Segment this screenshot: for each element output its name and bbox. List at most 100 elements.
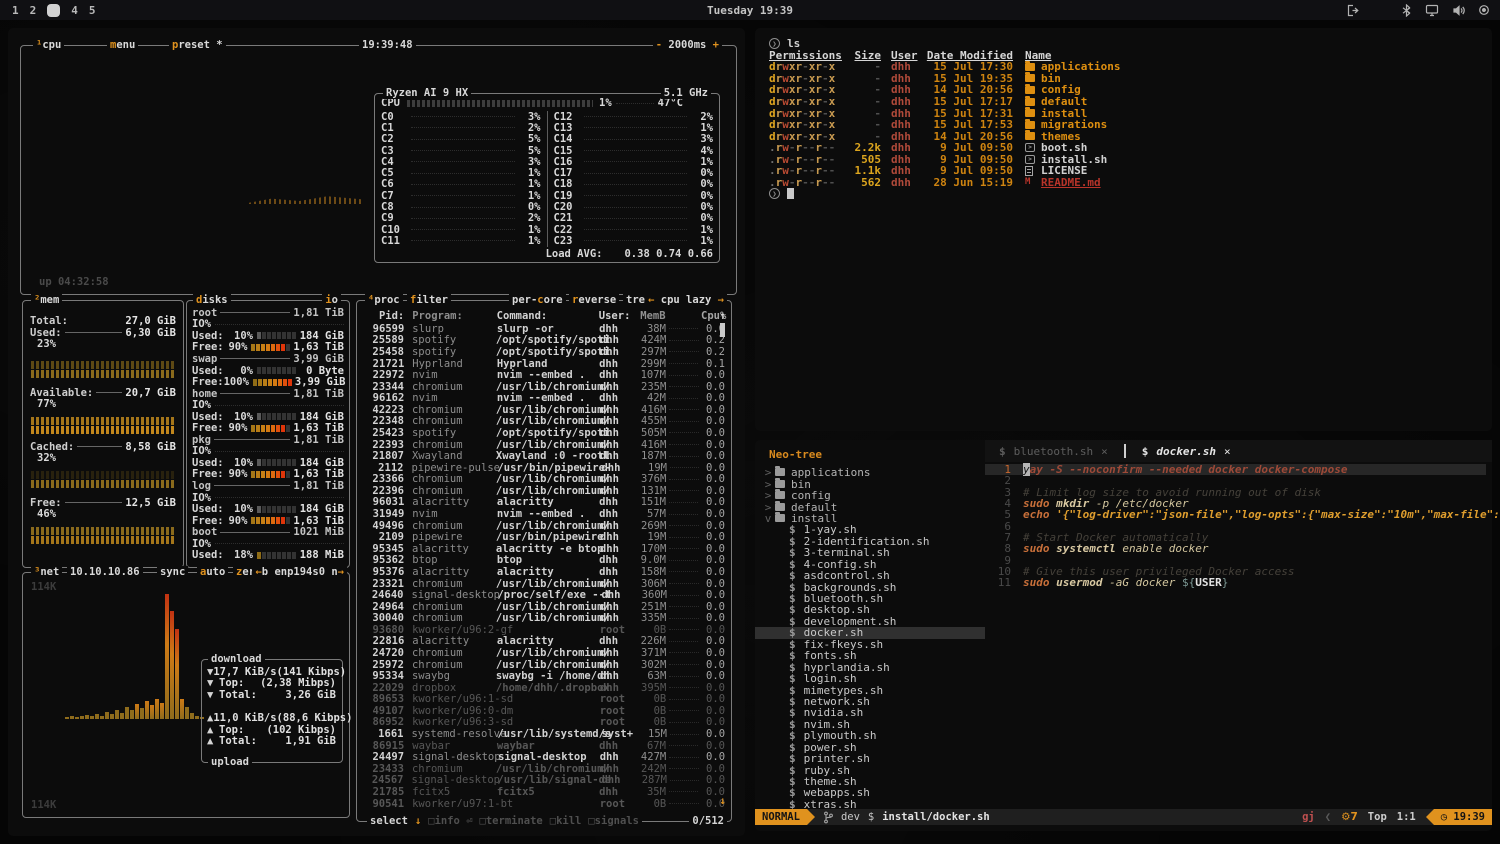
- proc-row[interactable]: 25458spotify/opt/spotify/spotidhh297M0.2: [363, 346, 725, 358]
- core-label: C18: [554, 178, 580, 190]
- proc-row[interactable]: 24640signal-desktop/proc/self/exe --tdhh…: [363, 589, 725, 601]
- proc-row[interactable]: 2109pipewire/usr/bin/pipewiredhh19M0.0: [363, 531, 725, 543]
- folder-icon: [1025, 74, 1041, 82]
- editor-buffer[interactable]: 1yay -S --noconfirm --needed docker dock…: [985, 464, 1486, 588]
- tree-item[interactable]: >config: [755, 490, 985, 501]
- proc-column-header[interactable]: User:: [599, 310, 636, 322]
- proc-row[interactable]: 24964chromium/usr/lib/chromium/dhh251M0.…: [363, 601, 725, 613]
- proc-row[interactable]: 24497signal-desktopsignal-desktopdhh427M…: [363, 751, 725, 763]
- proc-filter-button[interactable]: filter: [407, 294, 451, 306]
- record-icon[interactable]: [1478, 4, 1490, 16]
- proc-row[interactable]: 24567signal-desktop/usr/lib/signal-dedhh…: [363, 775, 725, 787]
- tree-item[interactable]: >bin: [755, 478, 985, 489]
- net-sync-button[interactable]: sync: [157, 566, 188, 578]
- proc-cpu-mode-switcher[interactable]: ← cpu lazy →: [645, 294, 727, 306]
- io-mode-button[interactable]: io: [322, 294, 341, 306]
- proc-row[interactable]: 95345alacrittyalacritty -e btopdhh170M0.…: [363, 543, 725, 555]
- proc-row[interactable]: 22972nvimnvim --embed .dhh107M0.0: [363, 369, 725, 381]
- proc-row[interactable]: 25589spotify/opt/spotify/spotidhh424M0.2: [363, 335, 725, 347]
- proc-row[interactable]: 23366chromium/usr/lib/chromium/dhh376M0.…: [363, 474, 725, 486]
- file-permissions: .rw-r--r--: [769, 176, 845, 189]
- terminal-window[interactable]: ❯ ls PermissionsSizeUserDate ModifiedNam…: [755, 28, 1492, 431]
- bluetooth-icon[interactable]: [1401, 4, 1412, 17]
- footer-key[interactable]: □signals: [588, 815, 639, 827]
- proc-row[interactable]: 49496chromium/usr/lib/chromium/dhh269M0.…: [363, 520, 725, 532]
- ls-row: .rw-r--r--1.1kdhh9 Jul 09:50LICENSE: [769, 165, 1478, 177]
- proc-row[interactable]: 30040chromium/usr/lib/chromium/dhh335M0.…: [363, 612, 725, 624]
- code-line[interactable]: 5echo '{"log-driver":"json-file","log-op…: [985, 509, 1486, 520]
- code-line[interactable]: 1yay -S --noconfirm --needed docker dock…: [985, 464, 1486, 475]
- btop-window[interactable]: ¹cpu menu preset * 19:39:48 - 2000ms + R…: [8, 28, 745, 836]
- proc-row[interactable]: 22029dropbox/home/dhh/.dropboxdhh395M0.0: [363, 682, 725, 694]
- editor-tab-docker.sh[interactable]: $docker.sh×: [1128, 440, 1245, 462]
- meter-label: Used:: [192, 365, 227, 377]
- close-icon[interactable]: ×: [1224, 445, 1231, 458]
- prompt-line-empty[interactable]: ❯: [769, 188, 1478, 200]
- proc-row[interactable]: 95376alacrittyalacrittydhh158M0.0: [363, 566, 725, 578]
- proc-row[interactable]: 22348chromium/usr/lib/chromium/dhh455M0.…: [363, 416, 725, 428]
- mem-stat-name: Cached:: [30, 441, 74, 453]
- menu-button[interactable]: menu: [107, 39, 138, 51]
- scroll-up-icon[interactable]: ↑: [720, 310, 726, 322]
- proc-row[interactable]: 96599slurpslurp -ordhh38M0.0: [363, 323, 725, 335]
- proc-column-header[interactable]: MemB: [636, 310, 665, 322]
- proc-row[interactable]: 23433chromium/usr/lib/chromium/dhh242M0.…: [363, 763, 725, 775]
- proc-percore-button[interactable]: per-core: [509, 294, 566, 306]
- proc-column-header[interactable]: Command:: [497, 310, 599, 322]
- tree-item[interactable]: $xtras.sh: [755, 799, 985, 809]
- proc-row[interactable]: 25423spotify/opt/spotify/spotidhh505M0.0: [363, 427, 725, 439]
- proc-row[interactable]: 42223chromium/usr/lib/chromium/dhh416M0.…: [363, 404, 725, 416]
- proc-row[interactable]: 23344chromium/usr/lib/chromium/dhh235M0.…: [363, 381, 725, 393]
- footer-key[interactable]: select: [370, 815, 408, 827]
- footer-key[interactable]: □info ⏎: [428, 815, 472, 827]
- download-rate-row: ▼17,7 KiB/s(141 Kibps): [207, 666, 336, 678]
- refresh-interval-control[interactable]: - 2000ms +: [653, 39, 722, 51]
- proc-column-header[interactable]: Program:: [412, 310, 496, 322]
- proc-row[interactable]: 90541kworker/u97:1-btroot0B0.0: [363, 798, 725, 807]
- meter-label: Free:: [192, 376, 224, 388]
- preset-button[interactable]: preset *: [169, 39, 226, 51]
- proc-row[interactable]: 21721HyprlandHyprlanddhh299M0.1: [363, 358, 725, 370]
- proc-row[interactable]: 93680kworker/u96:2-gfroot0B0.0: [363, 624, 725, 636]
- proc-row[interactable]: 95362btopbtopdhh9.0M0.0: [363, 555, 725, 567]
- proc-row[interactable]: 22816alacrittyalacrittydhh226M0.0: [363, 636, 725, 648]
- volume-icon[interactable]: [1452, 4, 1465, 17]
- footer-key[interactable]: ↓: [415, 815, 421, 827]
- close-icon[interactable]: ×: [1101, 445, 1108, 458]
- proc-row[interactable]: 1661systemd-resolve/usr/lib/systemd/ssys…: [363, 728, 725, 740]
- logout-icon[interactable]: [1346, 4, 1361, 17]
- proc-row[interactable]: 95334swaybgswaybg -i /home/dhdhh63M0.0: [363, 670, 725, 682]
- proc-scrollbar-thumb[interactable]: [720, 323, 725, 337]
- net-auto-button[interactable]: auto: [197, 566, 228, 578]
- proc-row[interactable]: 86952kworker/u96:3-sdroot0B0.0: [363, 717, 725, 729]
- proc-row[interactable]: 21785fcitx5fcitx5dhh35M0.0: [363, 786, 725, 798]
- proc-row[interactable]: 24720chromium/usr/lib/chromium/dhh371M0.…: [363, 647, 725, 659]
- proc-row[interactable]: 21807XwaylandXwayland :0 -rootldhh187M0.…: [363, 450, 725, 462]
- proc-row[interactable]: 49107kworker/u96:0-dmroot0B0.0: [363, 705, 725, 717]
- proc-column-header[interactable]: Pid:: [363, 310, 404, 322]
- proc-row[interactable]: 25972chromium/usr/lib/chromium/dhh302M0.…: [363, 659, 725, 671]
- code-line[interactable]: 8sudo systemctl enable docker: [985, 543, 1486, 554]
- proc-row[interactable]: 22393chromium/usr/lib/chromium/dhh416M0.…: [363, 439, 725, 451]
- proc-row[interactable]: 89653kworker/u96:1-sdroot0B0.0: [363, 694, 725, 706]
- proc-row[interactable]: 22396chromium/usr/lib/chromium/dhh131M0.…: [363, 485, 725, 497]
- proc-row[interactable]: 86915waybarwaybardhh67M0.0: [363, 740, 725, 752]
- net-interface-switcher[interactable]: ←b enp194s0 n→: [252, 566, 347, 578]
- scroll-down-icon[interactable]: ↓: [720, 795, 726, 807]
- tree-item[interactable]: >default: [755, 501, 985, 512]
- display-icon[interactable]: [1425, 4, 1439, 17]
- proc-row[interactable]: 96031alacrittyalacrittydhh151M0.0: [363, 497, 725, 509]
- proc-row[interactable]: 23321chromium/usr/lib/chromium/dhh306M0.…: [363, 578, 725, 590]
- proc-row[interactable]: 96162nvimnvim --embed .dhh42M0.0: [363, 392, 725, 404]
- net-box-title: ³net: [31, 566, 62, 578]
- tree-item[interactable]: >applications: [755, 467, 985, 478]
- footer-key[interactable]: □terminate: [480, 815, 543, 827]
- proc-row[interactable]: 31949nvimnvim --embed .dhh57M0.0: [363, 508, 725, 520]
- editor-tab-bluetooth.sh[interactable]: $bluetooth.sh×: [985, 440, 1122, 462]
- neovim-window[interactable]: Neo-tree >applications>bin>config>defaul…: [755, 440, 1492, 831]
- proc-reverse-button[interactable]: reverse: [569, 294, 619, 306]
- proc-footer-keys[interactable]: select ↓ □info ⏎ □terminate □kill □signals: [367, 815, 642, 827]
- code-line[interactable]: 11sudo usermod -aG docker ${USER}: [985, 577, 1486, 588]
- footer-key[interactable]: □kill: [550, 815, 582, 827]
- proc-row[interactable]: 2112pipewire-pulse/usr/bin/pipewire-dhh1…: [363, 462, 725, 474]
